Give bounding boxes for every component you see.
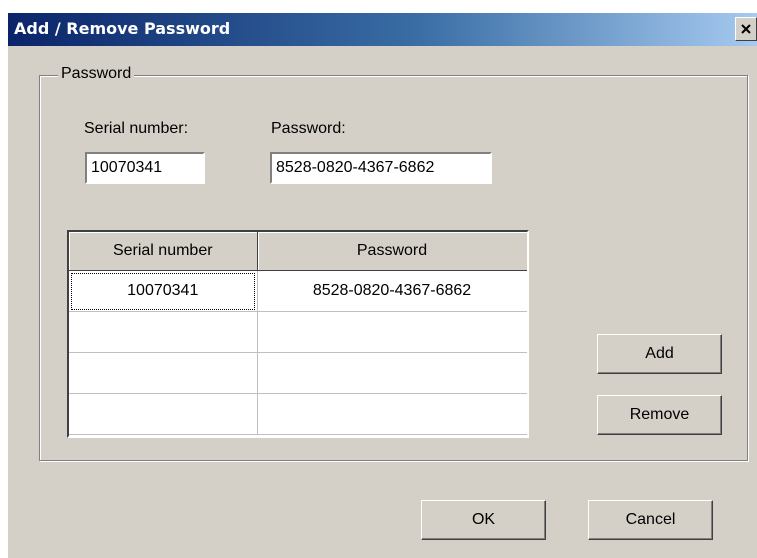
table-cell-password[interactable] — [257, 393, 527, 435]
ok-button[interactable]: OK — [421, 500, 546, 540]
add-button[interactable]: Add — [597, 334, 722, 374]
table-cell-serial-number[interactable] — [69, 393, 258, 435]
column-header-password[interactable]: Password — [257, 232, 527, 271]
table-cell-serial-number[interactable]: 10070341 — [69, 270, 258, 312]
close-button[interactable] — [735, 17, 757, 41]
table-row[interactable] — [69, 352, 527, 394]
password-input[interactable] — [270, 152, 492, 184]
table-header-row: Serial number Password — [69, 232, 527, 271]
title-bar[interactable]: Add / Remove Password — [8, 13, 757, 46]
table-row[interactable] — [69, 311, 527, 353]
password-label: Password: — [271, 120, 346, 137]
table-cell-password[interactable] — [257, 352, 527, 394]
remove-button[interactable]: Remove — [597, 395, 722, 435]
dialog-title: Add / Remove Password — [14, 19, 231, 38]
table-row[interactable] — [69, 393, 527, 435]
table-cell-password[interactable]: 8528-0820-4367-6862 — [257, 270, 527, 312]
cancel-button[interactable]: Cancel — [588, 500, 713, 540]
serial-number-label: Serial number: — [84, 120, 189, 137]
table-cell-serial-number[interactable] — [69, 352, 258, 394]
table-cell-password[interactable] — [257, 311, 527, 353]
serial-number-input[interactable] — [85, 152, 205, 184]
table-cell-serial-number[interactable] — [69, 311, 258, 353]
table-row[interactable]: 10070341 8528-0820-4367-6862 — [69, 270, 527, 312]
group-legend: Password — [58, 65, 135, 83]
password-table[interactable]: Serial number Password 10070341 8528-082… — [67, 230, 529, 438]
close-icon — [741, 24, 751, 34]
column-header-serial-number[interactable]: Serial number — [69, 232, 258, 271]
add-remove-password-dialog: Add / Remove Password Password Serial nu… — [8, 13, 757, 558]
